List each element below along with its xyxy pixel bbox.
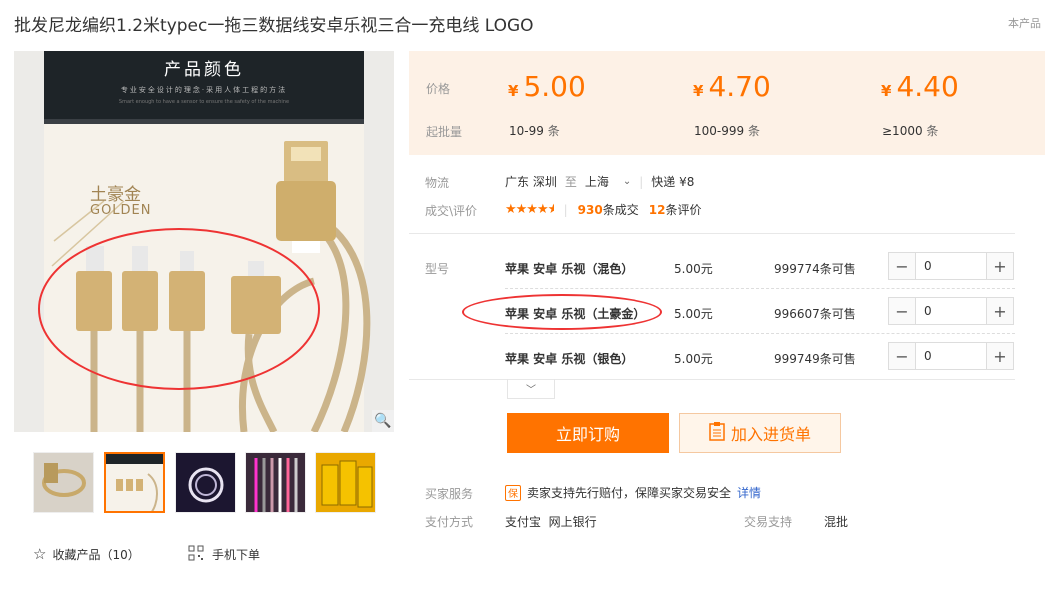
chevron-down-icon: ﹀	[526, 385, 536, 396]
thumbnail-image	[42, 463, 86, 497]
main-product-image[interactable]: 产品颜色 专业安全设计的理念·采用人体工程的方法 Smart enough to…	[14, 51, 394, 432]
service-label: 买家服务	[425, 487, 474, 501]
reviews-info: ★★★★★ | 930条成交 12条评价	[505, 201, 701, 218]
sku-price: 5.00元	[674, 262, 713, 276]
payment-label: 支付方式	[425, 515, 474, 529]
logistics-label: 物流	[425, 176, 450, 190]
sku-label: 型号	[425, 262, 450, 276]
thumbnail-3[interactable]	[175, 452, 236, 513]
shipping-fee: 快递 ¥8	[651, 175, 695, 189]
section-divider	[409, 233, 1015, 234]
annotation-ellipse	[462, 294, 662, 330]
thumbnail-4[interactable]	[245, 452, 306, 513]
thumbnail-image	[188, 467, 224, 503]
favorite-button[interactable]: ☆ 收藏产品（10）	[33, 545, 140, 563]
sku-price: 5.00元	[674, 352, 713, 366]
ship-from: 广东 深圳	[505, 175, 557, 189]
thumbnail-image	[106, 454, 163, 511]
product-link[interactable]: 本产品	[1008, 15, 1041, 31]
sku-name: 苹果 安卓 乐视（银色）	[505, 352, 634, 366]
thumbnail-2[interactable]	[104, 452, 165, 513]
price-tier-3: ¥4.40	[881, 70, 959, 103]
ship-to-select[interactable]: 上海 ⌄	[585, 173, 631, 190]
row-divider	[505, 333, 1015, 334]
service-info: 保 卖家支持先行赔付，保障买家交易安全 详情	[505, 484, 761, 501]
expand-sku-button[interactable]: ﹀	[507, 379, 555, 399]
qty-range-1: 10-99 条	[509, 124, 560, 138]
divider: |	[563, 202, 568, 217]
divider: |	[639, 174, 644, 189]
mobile-order-label: 手机下单	[212, 548, 261, 562]
reviews-link[interactable]: 12条评价	[649, 201, 702, 218]
rating-stars-icon: ★★★★★	[505, 202, 554, 217]
sku-name: 苹果 安卓 乐视（混色）	[505, 262, 634, 276]
price-section: 价格 起批量 ¥5.00 ¥4.70 ¥4.40 10-99 条 100-999…	[409, 51, 1045, 155]
qty-range-3: ≥1000 条	[882, 124, 939, 138]
ship-to-word: 至	[564, 175, 577, 189]
plus-icon[interactable]: +	[987, 343, 1013, 369]
quantity-stepper: − 0 +	[888, 297, 1014, 325]
cable-illustration	[38, 141, 371, 432]
trade-support-value: 混批	[824, 515, 849, 529]
service-detail-link[interactable]: 详情	[737, 484, 761, 501]
mobile-order-button[interactable]: 手机下单	[188, 545, 260, 564]
quantity-input[interactable]: 0	[915, 343, 987, 369]
minus-icon[interactable]: −	[889, 253, 915, 279]
moq-label: 起批量	[426, 125, 463, 139]
shield-icon: 保	[505, 484, 521, 501]
price-label: 价格	[426, 82, 451, 96]
price-tier-1: ¥5.00	[508, 70, 586, 103]
sku-stock: 996607条可售	[774, 307, 856, 321]
color-label-en: GOLDEN	[90, 203, 152, 218]
page-title: 批发尼龙编织1.2米typec一拖三数据线安卓乐视三合一充电线 LOGO	[14, 16, 534, 36]
thumbnail-1[interactable]	[33, 452, 94, 513]
row-divider	[505, 288, 1015, 289]
ship-to-value: 上海	[584, 175, 609, 189]
favorite-label: 收藏产品（10）	[52, 547, 140, 562]
chevron-down-icon: ⌄	[622, 176, 632, 187]
plus-icon[interactable]: +	[987, 253, 1013, 279]
sku-stock: 999774条可售	[774, 262, 856, 276]
minus-icon[interactable]: −	[889, 343, 915, 369]
add-to-cart-label: 加入进货单	[730, 425, 811, 444]
trade-support-label: 交易支持	[744, 515, 793, 529]
quantity-stepper: − 0 +	[888, 252, 1014, 280]
qr-code-icon	[188, 545, 204, 564]
thumbnail-image	[254, 458, 298, 512]
deals-link[interactable]: 930条成交	[578, 201, 639, 218]
sku-price: 5.00元	[674, 307, 713, 321]
quantity-stepper: − 0 +	[888, 342, 1014, 370]
thumbnail-5[interactable]	[315, 452, 376, 513]
buy-now-button[interactable]: 立即订购	[507, 413, 669, 453]
quantity-input[interactable]: 0	[915, 298, 987, 324]
sku-stock: 999749条可售	[774, 352, 856, 366]
thumbnail-image	[321, 460, 373, 508]
clipboard-icon	[709, 421, 725, 445]
payment-methods: 支付宝 网上银行	[505, 515, 597, 529]
zoom-icon[interactable]: 🔍	[372, 410, 394, 432]
service-text: 卖家支持先行赔付，保障买家交易安全	[527, 486, 732, 500]
plus-icon[interactable]: +	[987, 298, 1013, 324]
add-to-cart-button[interactable]: 加入进货单	[679, 413, 841, 453]
star-outline-icon: ☆	[33, 545, 47, 563]
color-label-cn: 土豪金	[90, 185, 141, 205]
quantity-input[interactable]: 0	[915, 253, 987, 279]
price-tier-2: ¥4.70	[693, 70, 771, 103]
qty-range-2: 100-999 条	[694, 124, 760, 138]
minus-icon[interactable]: −	[889, 298, 915, 324]
section-divider	[409, 379, 1015, 380]
reviews-label: 成交\评价	[425, 204, 478, 218]
logistics-info: 广东 深圳 至 上海 ⌄ | 快递 ¥8	[505, 173, 694, 190]
